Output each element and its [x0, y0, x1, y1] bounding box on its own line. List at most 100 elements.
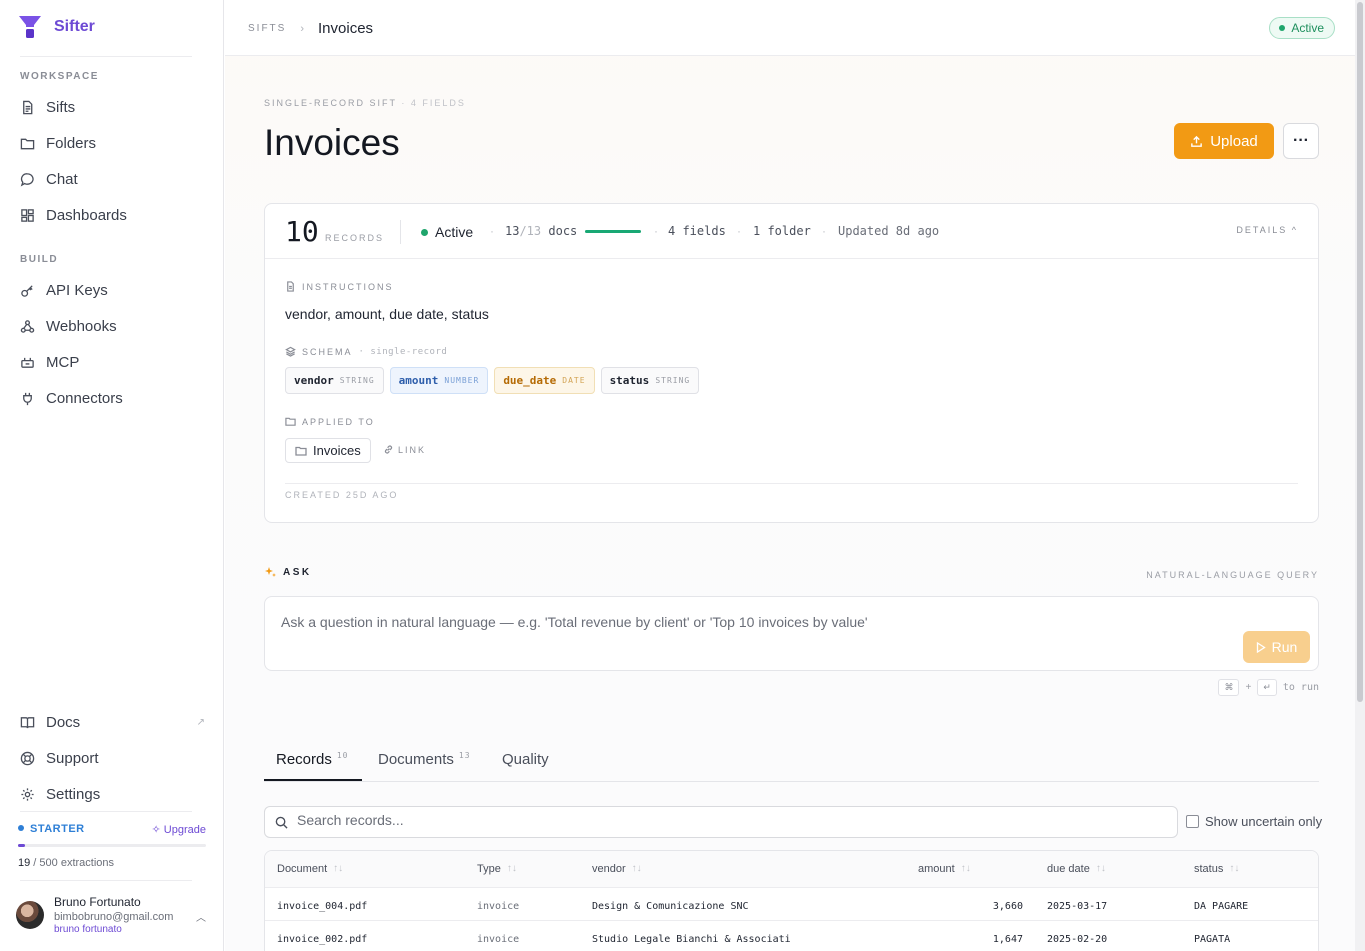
tab-quality[interactable]: Quality: [502, 751, 549, 768]
field-type: NUMBER: [444, 376, 480, 385]
sidebar-divider: [20, 811, 192, 812]
chevron-up-icon: ︿: [196, 913, 206, 924]
schema-field-due-date[interactable]: due_date DATE: [494, 367, 595, 394]
ask-query-input[interactable]: Ask a question in natural language — e.g…: [264, 596, 1319, 671]
play-icon: [1256, 641, 1266, 653]
uncertain-toggle[interactable]: Show uncertain only: [1186, 814, 1322, 829]
uncertain-checkbox[interactable]: [1186, 815, 1199, 828]
column-header-vendor[interactable]: vendor ↑↓: [592, 863, 642, 875]
plan-dot: [18, 825, 24, 831]
column-header-type[interactable]: Type ↑↓: [477, 863, 517, 875]
breadcrumb-sifts[interactable]: SIFTS: [248, 23, 286, 34]
usage-text: 19 / 500 extractions: [18, 857, 206, 869]
webhook-icon: [20, 320, 35, 333]
sidebar-item-label: Dashboards: [46, 207, 127, 224]
folder-chip-invoices[interactable]: Invoices: [285, 438, 371, 463]
tab-label: Quality: [502, 751, 549, 768]
scrollbar[interactable]: [1355, 0, 1365, 951]
schema-field-status[interactable]: status STRING: [600, 367, 700, 394]
sidebar-item-label: API Keys: [46, 282, 108, 299]
column-label: vendor: [592, 863, 626, 875]
sidebar-item-label: Settings: [46, 786, 101, 803]
sidebar-item-mcp[interactable]: MCP: [20, 354, 205, 371]
schema-field-amount[interactable]: amount NUMBER: [389, 367, 489, 394]
upload-button[interactable]: Upload: [1174, 123, 1274, 159]
column-header-document[interactable]: Document ↑↓: [277, 863, 343, 875]
tab-documents[interactable]: Documents 13: [378, 751, 471, 768]
status-dot: [421, 228, 428, 236]
enter-key: ↵: [1257, 679, 1277, 696]
usage-bar-fill: [18, 844, 26, 847]
user-name: Bruno Fortunato: [54, 895, 141, 909]
table-row[interactable]: invoice_002.pdf invoice Studio Legale Bi…: [265, 921, 1318, 951]
schema-field-vendor[interactable]: vendor STRING: [285, 367, 384, 394]
sidebar-item-settings[interactable]: Settings: [20, 786, 205, 803]
sidebar-divider: [20, 56, 192, 57]
run-button[interactable]: Run: [1243, 631, 1310, 663]
field-type: STRING: [339, 376, 375, 385]
table-row[interactable]: invoice_004.pdf invoice Design & Comunic…: [265, 888, 1318, 921]
user-handle: bruno fortunato: [54, 924, 122, 935]
sort-icon: ↑↓: [506, 863, 517, 874]
sidebar-item-connectors[interactable]: Connectors: [20, 390, 205, 407]
breadcrumb: SIFTS › Invoices: [248, 20, 373, 37]
docs-count: 13/13 docs: [505, 224, 577, 238]
user-menu[interactable]: Bruno Fortunato bimbobruno@gmail.com bru…: [16, 893, 208, 935]
breadcrumb-current: Invoices: [318, 20, 374, 37]
sidebar-item-webhooks[interactable]: Webhooks: [20, 318, 205, 335]
kicker-fields: 4 FIELDS: [410, 98, 466, 108]
folder-count: 1 folder: [753, 224, 811, 238]
dot-separator: ·: [822, 224, 826, 238]
breadcrumb-separator: ›: [300, 22, 305, 35]
sidebar-item-folders[interactable]: Folders: [20, 135, 205, 152]
more-options-button[interactable]: ···: [1283, 123, 1319, 159]
records-table: Document ↑↓ Type ↑↓ vendor ↑↓ amount ↑↓ due …: [264, 850, 1319, 951]
document-icon: [23, 100, 33, 115]
key-icon: [21, 285, 33, 297]
tab-records[interactable]: Records 10: [276, 751, 349, 768]
sidebar-item-api-keys[interactable]: API Keys: [20, 282, 205, 299]
schema-label-text: SCHEMA: [302, 346, 353, 357]
brand[interactable]: Sifter: [18, 14, 95, 40]
folder-icon: [295, 446, 307, 456]
divider: [285, 483, 1298, 484]
plan-usage: STARTER ✧ Upgrade 19 / 500 extractions: [18, 823, 206, 869]
docs-label: docs: [541, 224, 578, 238]
sidebar-item-dashboards[interactable]: Dashboards: [20, 207, 205, 224]
sidebar-item-support[interactable]: Support: [20, 750, 205, 767]
tab-bar: Records 10 Documents 13 Quality: [264, 741, 1319, 782]
sidebar-item-sifts[interactable]: Sifts: [20, 99, 205, 116]
cell-type: invoice: [477, 934, 520, 945]
cell-status: DA PAGARE: [1194, 901, 1249, 912]
column-header-status[interactable]: status ↑↓: [1194, 863, 1239, 875]
search-input[interactable]: [297, 812, 1157, 828]
sidebar-item-chat[interactable]: Chat: [20, 171, 205, 188]
field-name: status: [609, 374, 650, 387]
records-count: 10: [285, 215, 319, 248]
link-label: LINK: [398, 444, 427, 455]
topbar: SIFTS › Invoices Active: [225, 0, 1355, 56]
link-folder-button[interactable]: LINK: [383, 444, 426, 455]
uncertain-label: Show uncertain only: [1205, 814, 1323, 829]
search-box: [264, 806, 1178, 838]
instructions-text: vendor, amount, due date, status: [285, 306, 489, 322]
records-label: RECORDS: [325, 233, 385, 243]
upgrade-link[interactable]: ✧ Upgrade: [152, 823, 206, 836]
chat-icon: [20, 173, 34, 187]
sidebar-item-docs[interactable]: Docs ↗: [20, 714, 205, 731]
updated-time: Updated 8d ago: [838, 224, 940, 238]
section-label-workspace: WORKSPACE: [20, 71, 99, 82]
tab-count: 10: [336, 751, 349, 760]
column-header-amount[interactable]: amount ↑↓: [918, 863, 971, 875]
details-toggle[interactable]: DETAILS ^: [1236, 225, 1298, 235]
main-content: SIFTS › Invoices Active SINGLE-RECORD SI…: [225, 0, 1355, 951]
scrollbar-thumb[interactable]: [1357, 2, 1363, 702]
cell-vendor: Design & Comunicazione SNC: [592, 901, 749, 912]
column-header-due-date[interactable]: due date ↑↓: [1047, 863, 1106, 875]
sifter-logo-icon: [19, 16, 41, 38]
lifebuoy-icon: [20, 751, 35, 766]
upload-label: Upload: [1210, 132, 1258, 150]
ask-label: ASK: [264, 566, 312, 578]
folder-chip-label: Invoices: [313, 443, 361, 458]
sift-status-label: Active: [435, 224, 474, 240]
